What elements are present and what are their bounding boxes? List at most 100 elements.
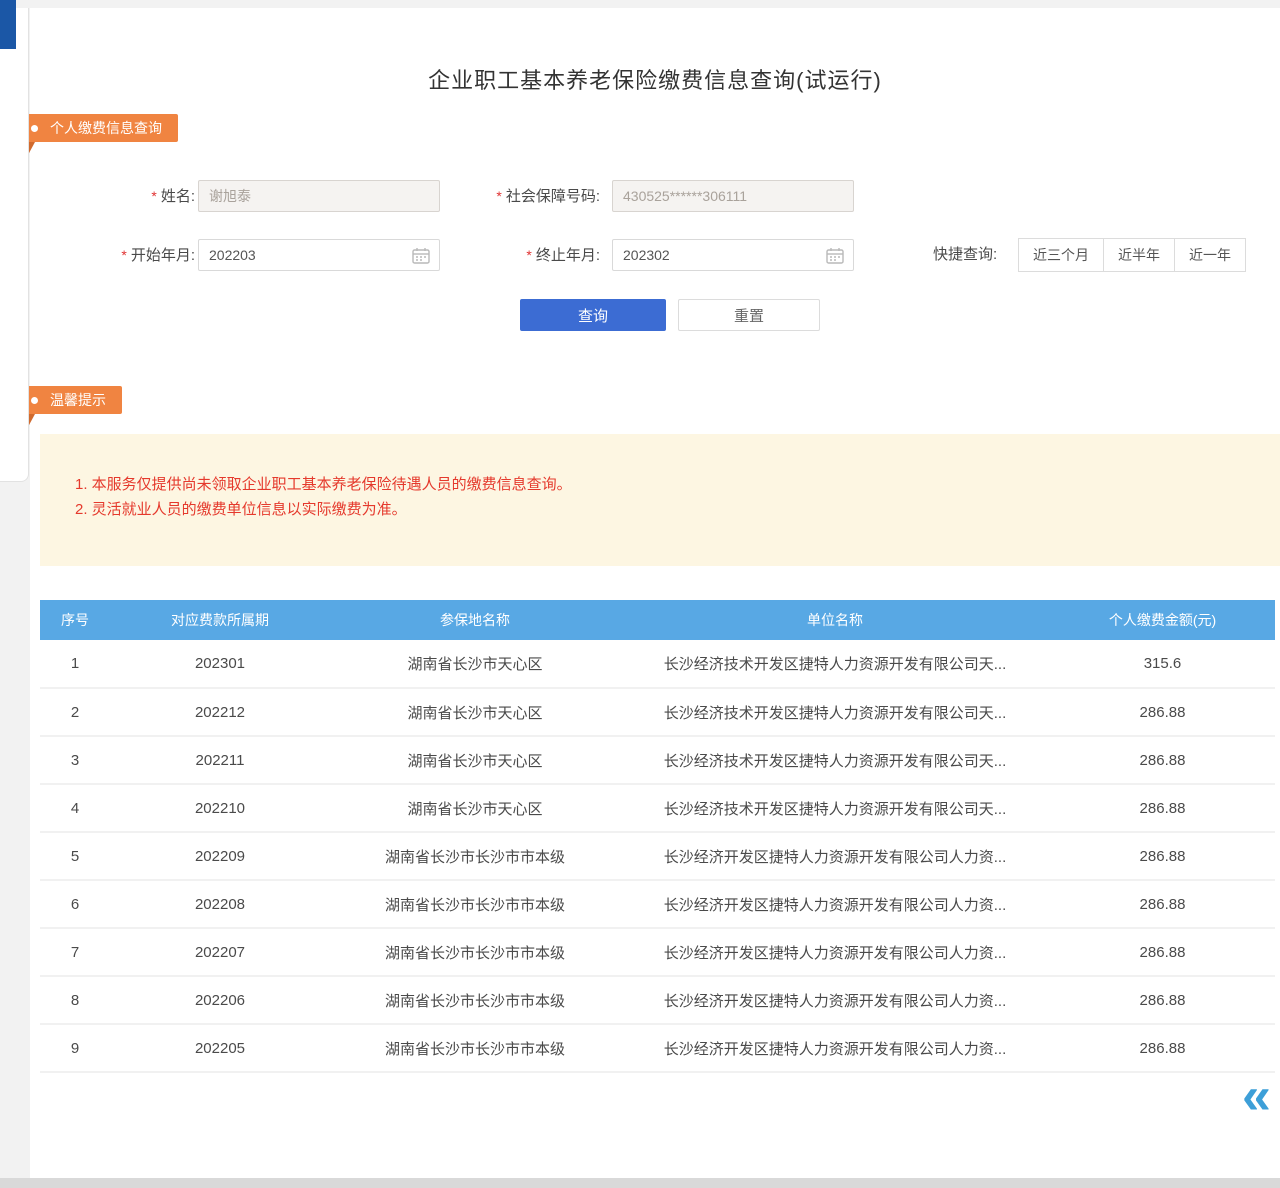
required-asterisk: * bbox=[151, 188, 156, 204]
col-header-amount: 个人缴费金额(元) bbox=[1050, 600, 1275, 640]
tips-panel: 1. 本服务仅提供尚未领取企业职工基本养老保险待遇人员的缴费信息查询。 2. 灵… bbox=[40, 434, 1280, 566]
quick-last-3-months-button[interactable]: 近三个月 bbox=[1018, 238, 1104, 272]
cell-seq: 1 bbox=[40, 640, 110, 688]
cell-amount: 286.88 bbox=[1050, 832, 1275, 880]
collapsed-menu-block[interactable] bbox=[0, 0, 16, 49]
page-title: 企业职工基本养老保险缴费信息查询(试运行) bbox=[30, 63, 1280, 95]
cell-period: 202210 bbox=[110, 784, 330, 832]
cell-period: 202207 bbox=[110, 928, 330, 976]
cell-period: 202205 bbox=[110, 1024, 330, 1072]
table-row: 7 202207 湖南省长沙市长沙市市本级 长沙经济开发区捷特人力资源开发有限公… bbox=[40, 928, 1275, 976]
cell-seq: 6 bbox=[40, 880, 110, 928]
cell-amount: 286.88 bbox=[1050, 688, 1275, 736]
end-month-field[interactable] bbox=[612, 239, 854, 271]
main-panel: 企业职工基本养老保险缴费信息查询(试运行) 个人缴费信息查询 *姓名: *社会保… bbox=[30, 8, 1280, 1178]
section-badge-tips: 温馨提示 bbox=[17, 386, 122, 414]
table-row: 3 202211 湖南省长沙市天心区 长沙经济技术开发区捷特人力资源开发有限公司… bbox=[40, 736, 1275, 784]
cell-period: 202211 bbox=[110, 736, 330, 784]
col-header-period: 对应费款所属期 bbox=[110, 600, 330, 640]
query-button[interactable]: 查询 bbox=[520, 299, 666, 331]
tips-text: 1. 本服务仅提供尚未领取企业职工基本养老保险待遇人员的缴费信息查询。 2. 灵… bbox=[75, 472, 572, 522]
calendar-icon[interactable] bbox=[412, 247, 430, 264]
cell-amount: 286.88 bbox=[1050, 784, 1275, 832]
quick-query-label: 快捷查询: bbox=[933, 239, 1013, 271]
cell-unit: 长沙经济开发区捷特人力资源开发有限公司人力资... bbox=[620, 832, 1050, 880]
calendar-icon[interactable] bbox=[826, 247, 844, 264]
table-row: 9 202205 湖南省长沙市长沙市市本级 长沙经济开发区捷特人力资源开发有限公… bbox=[40, 1024, 1275, 1072]
collapse-double-chevron-icon[interactable]: « bbox=[1242, 1070, 1271, 1122]
cell-amount: 286.88 bbox=[1050, 976, 1275, 1024]
cell-place: 湖南省长沙市天心区 bbox=[330, 640, 620, 688]
cell-unit: 长沙经济技术开发区捷特人力资源开发有限公司天... bbox=[620, 688, 1050, 736]
tips-line-2: 2. 灵活就业人员的缴费单位信息以实际缴费为准。 bbox=[75, 497, 572, 522]
required-asterisk: * bbox=[121, 247, 126, 263]
section-badge-personal-query: 个人缴费信息查询 bbox=[17, 114, 178, 142]
cell-unit: 长沙经济技术开发区捷特人力资源开发有限公司天... bbox=[620, 640, 1050, 688]
cell-amount: 286.88 bbox=[1050, 736, 1275, 784]
table-row: 8 202206 湖南省长沙市长沙市市本级 长沙经济开发区捷特人力资源开发有限公… bbox=[40, 976, 1275, 1024]
cell-place: 湖南省长沙市长沙市市本级 bbox=[330, 928, 620, 976]
cell-place: 湖南省长沙市长沙市市本级 bbox=[330, 1024, 620, 1072]
cell-period: 202209 bbox=[110, 832, 330, 880]
payment-records-table: 序号 对应费款所属期 参保地名称 单位名称 个人缴费金额(元) 1 202301… bbox=[40, 600, 1275, 1073]
tips-line-1: 1. 本服务仅提供尚未领取企业职工基本养老保险待遇人员的缴费信息查询。 bbox=[75, 472, 572, 497]
cell-amount: 286.88 bbox=[1050, 880, 1275, 928]
table-row: 5 202209 湖南省长沙市长沙市市本级 长沙经济开发区捷特人力资源开发有限公… bbox=[40, 832, 1275, 880]
cell-period: 202301 bbox=[110, 640, 330, 688]
bottom-scroll-strip bbox=[0, 1178, 1280, 1188]
form-buttons-row: 查询 重置 bbox=[30, 299, 1280, 331]
section-badge-label: 个人缴费信息查询 bbox=[50, 118, 162, 138]
cell-period: 202208 bbox=[110, 880, 330, 928]
cell-seq: 2 bbox=[40, 688, 110, 736]
cell-unit: 长沙经济技术开发区捷特人力资源开发有限公司天... bbox=[620, 736, 1050, 784]
cell-unit: 长沙经济开发区捷特人力资源开发有限公司人力资... bbox=[620, 976, 1050, 1024]
table-row: 2 202212 湖南省长沙市天心区 长沙经济技术开发区捷特人力资源开发有限公司… bbox=[40, 688, 1275, 736]
cell-amount: 286.88 bbox=[1050, 928, 1275, 976]
col-header-place: 参保地名称 bbox=[330, 600, 620, 640]
col-header-seq: 序号 bbox=[40, 600, 110, 640]
ssn-field[interactable] bbox=[612, 180, 854, 212]
start-month-label: *开始年月: bbox=[70, 239, 195, 271]
cell-seq: 9 bbox=[40, 1024, 110, 1072]
cell-unit: 长沙经济开发区捷特人力资源开发有限公司人力资... bbox=[620, 928, 1050, 976]
required-asterisk: * bbox=[496, 188, 501, 204]
name-label: *姓名: bbox=[70, 180, 195, 212]
col-header-unit: 单位名称 bbox=[620, 600, 1050, 640]
table-row: 1 202301 湖南省长沙市天心区 长沙经济技术开发区捷特人力资源开发有限公司… bbox=[40, 640, 1275, 688]
cell-place: 湖南省长沙市天心区 bbox=[330, 784, 620, 832]
cell-amount: 315.6 bbox=[1050, 640, 1275, 688]
cell-unit: 长沙经济技术开发区捷特人力资源开发有限公司天... bbox=[620, 784, 1050, 832]
table-header: 序号 对应费款所属期 参保地名称 单位名称 个人缴费金额(元) bbox=[40, 600, 1275, 640]
cell-period: 202206 bbox=[110, 976, 330, 1024]
cell-place: 湖南省长沙市天心区 bbox=[330, 688, 620, 736]
cell-seq: 3 bbox=[40, 736, 110, 784]
cell-place: 湖南省长沙市长沙市市本级 bbox=[330, 880, 620, 928]
bullet-icon bbox=[31, 397, 38, 404]
end-month-label: *终止年月: bbox=[470, 239, 600, 271]
cell-amount: 286.88 bbox=[1050, 1024, 1275, 1072]
cell-unit: 长沙经济开发区捷特人力资源开发有限公司人力资... bbox=[620, 880, 1050, 928]
name-field[interactable] bbox=[198, 180, 440, 212]
start-month-field[interactable] bbox=[198, 239, 440, 271]
table-row: 6 202208 湖南省长沙市长沙市市本级 长沙经济开发区捷特人力资源开发有限公… bbox=[40, 880, 1275, 928]
cell-place: 湖南省长沙市长沙市市本级 bbox=[330, 832, 620, 880]
table-row: 4 202210 湖南省长沙市天心区 长沙经济技术开发区捷特人力资源开发有限公司… bbox=[40, 784, 1275, 832]
cell-seq: 5 bbox=[40, 832, 110, 880]
bullet-icon bbox=[31, 125, 38, 132]
reset-button[interactable]: 重置 bbox=[678, 299, 820, 331]
quick-last-year-button[interactable]: 近一年 bbox=[1174, 238, 1246, 272]
table-body: 1 202301 湖南省长沙市天心区 长沙经济技术开发区捷特人力资源开发有限公司… bbox=[40, 640, 1275, 1072]
cell-period: 202212 bbox=[110, 688, 330, 736]
cell-seq: 4 bbox=[40, 784, 110, 832]
cell-place: 湖南省长沙市长沙市市本级 bbox=[330, 976, 620, 1024]
sidebar-remnant bbox=[0, 8, 29, 482]
cell-seq: 7 bbox=[40, 928, 110, 976]
quick-query-group: 近三个月 近半年 近一年 bbox=[1018, 238, 1246, 272]
ssn-label: *社会保障号码: bbox=[450, 180, 600, 212]
quick-last-half-year-button[interactable]: 近半年 bbox=[1103, 238, 1175, 272]
required-asterisk: * bbox=[526, 247, 531, 263]
cell-place: 湖南省长沙市天心区 bbox=[330, 736, 620, 784]
cell-seq: 8 bbox=[40, 976, 110, 1024]
section-badge-label: 温馨提示 bbox=[50, 390, 106, 410]
cell-unit: 长沙经济开发区捷特人力资源开发有限公司人力资... bbox=[620, 1024, 1050, 1072]
